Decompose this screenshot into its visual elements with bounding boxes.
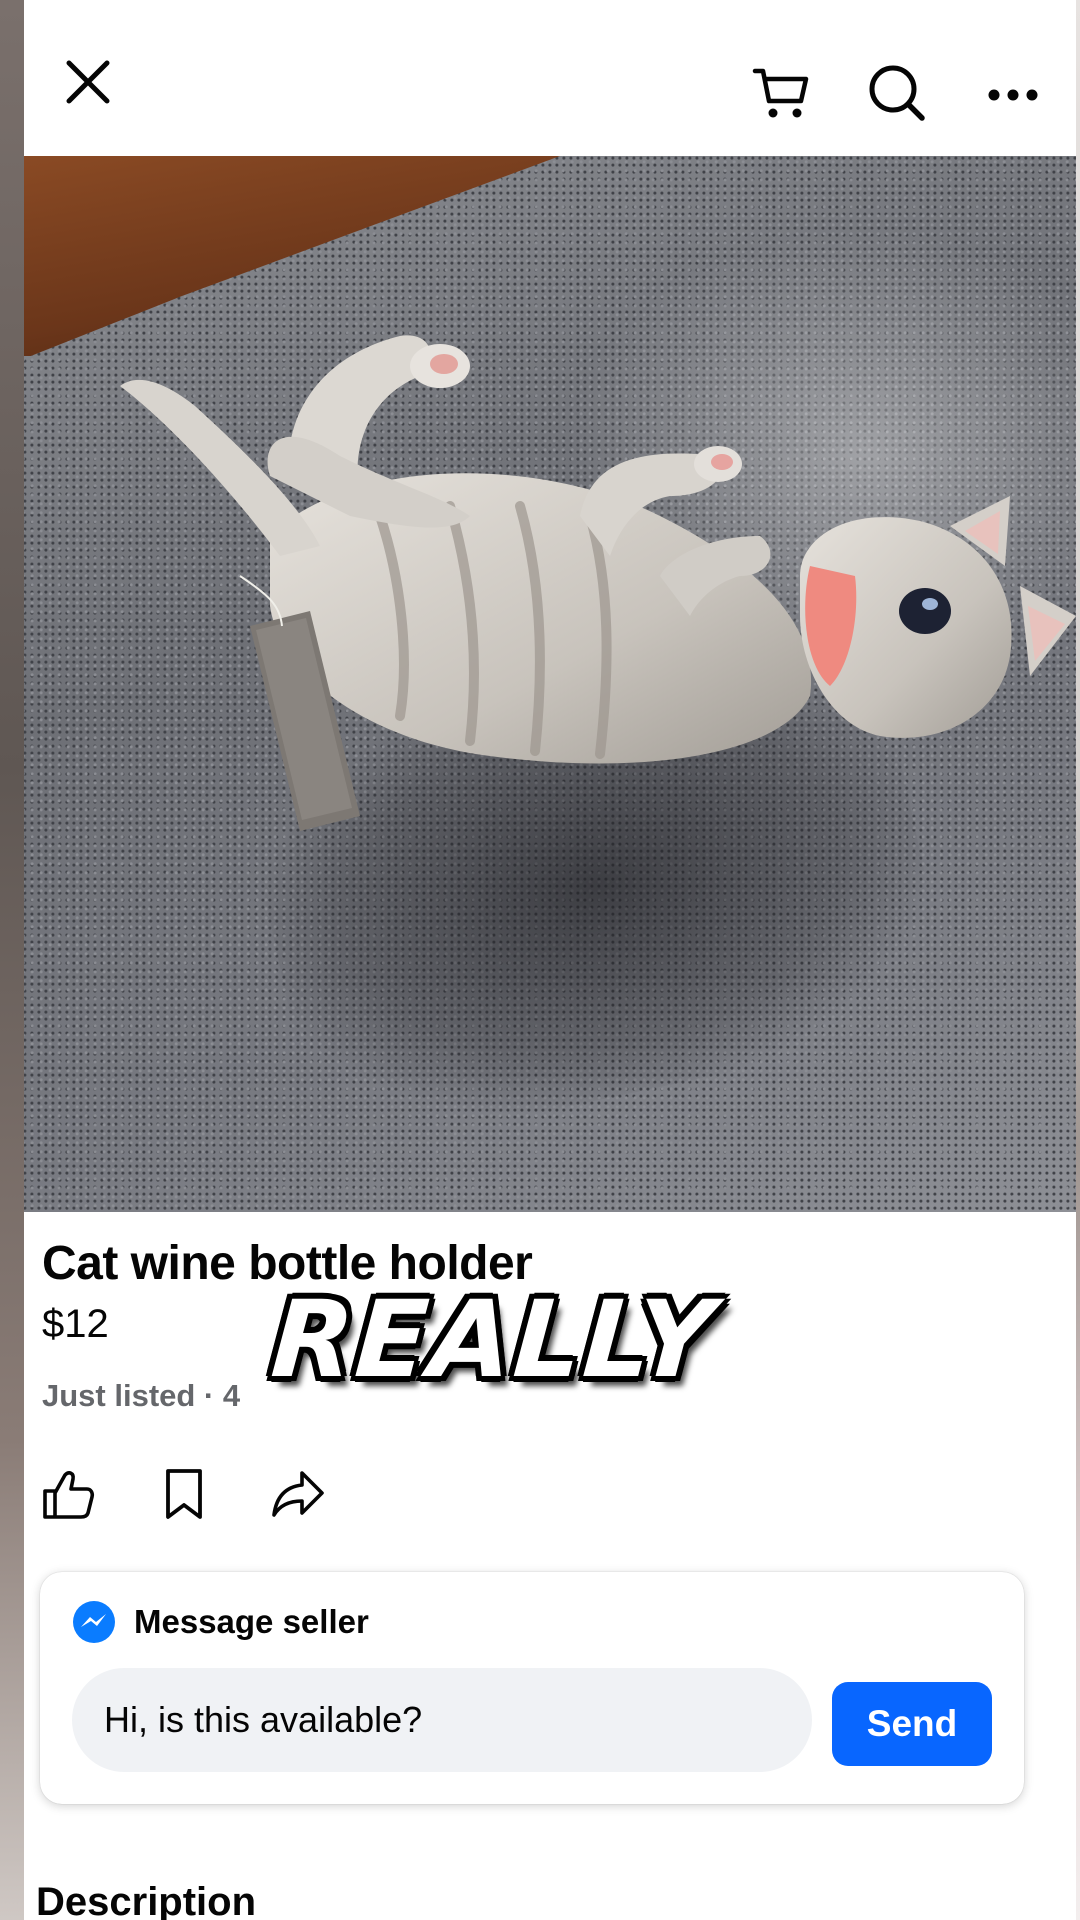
top-bar bbox=[24, 0, 1076, 158]
save-icon bbox=[166, 1469, 202, 1519]
message-seller-card: Message seller Send bbox=[40, 1572, 1024, 1804]
listing-photo[interactable] bbox=[24, 156, 1076, 1212]
like-icon bbox=[43, 1471, 95, 1519]
close-button[interactable] bbox=[56, 50, 120, 114]
search-button[interactable] bbox=[862, 58, 932, 128]
video-caption-overlay: REALLY bbox=[267, 1278, 720, 1401]
listing-price: $12 bbox=[42, 1302, 109, 1346]
messenger-icon bbox=[73, 1601, 115, 1643]
like-button[interactable] bbox=[36, 1462, 100, 1526]
close-icon bbox=[66, 60, 110, 104]
send-button[interactable]: Send bbox=[832, 1682, 992, 1766]
cart-button[interactable] bbox=[746, 58, 816, 128]
share-button[interactable] bbox=[266, 1462, 330, 1526]
listing-time: Just listed · 4 bbox=[42, 1378, 241, 1413]
cat-figurine bbox=[120, 335, 1076, 831]
message-input[interactable] bbox=[72, 1668, 812, 1772]
description-heading: Description bbox=[36, 1880, 257, 1920]
action-row bbox=[36, 1462, 376, 1526]
listing-card: Cat wine bottle holder $12 Just listed ·… bbox=[24, 0, 1076, 1920]
search-icon bbox=[869, 65, 925, 121]
share-icon bbox=[272, 1471, 324, 1517]
cart-icon bbox=[752, 68, 809, 118]
save-button[interactable] bbox=[152, 1462, 216, 1526]
more-icon bbox=[988, 89, 1038, 101]
more-options-button[interactable] bbox=[978, 60, 1048, 130]
message-seller-title: Message seller bbox=[134, 1603, 369, 1640]
message-seller-header: Message seller bbox=[72, 1600, 369, 1644]
